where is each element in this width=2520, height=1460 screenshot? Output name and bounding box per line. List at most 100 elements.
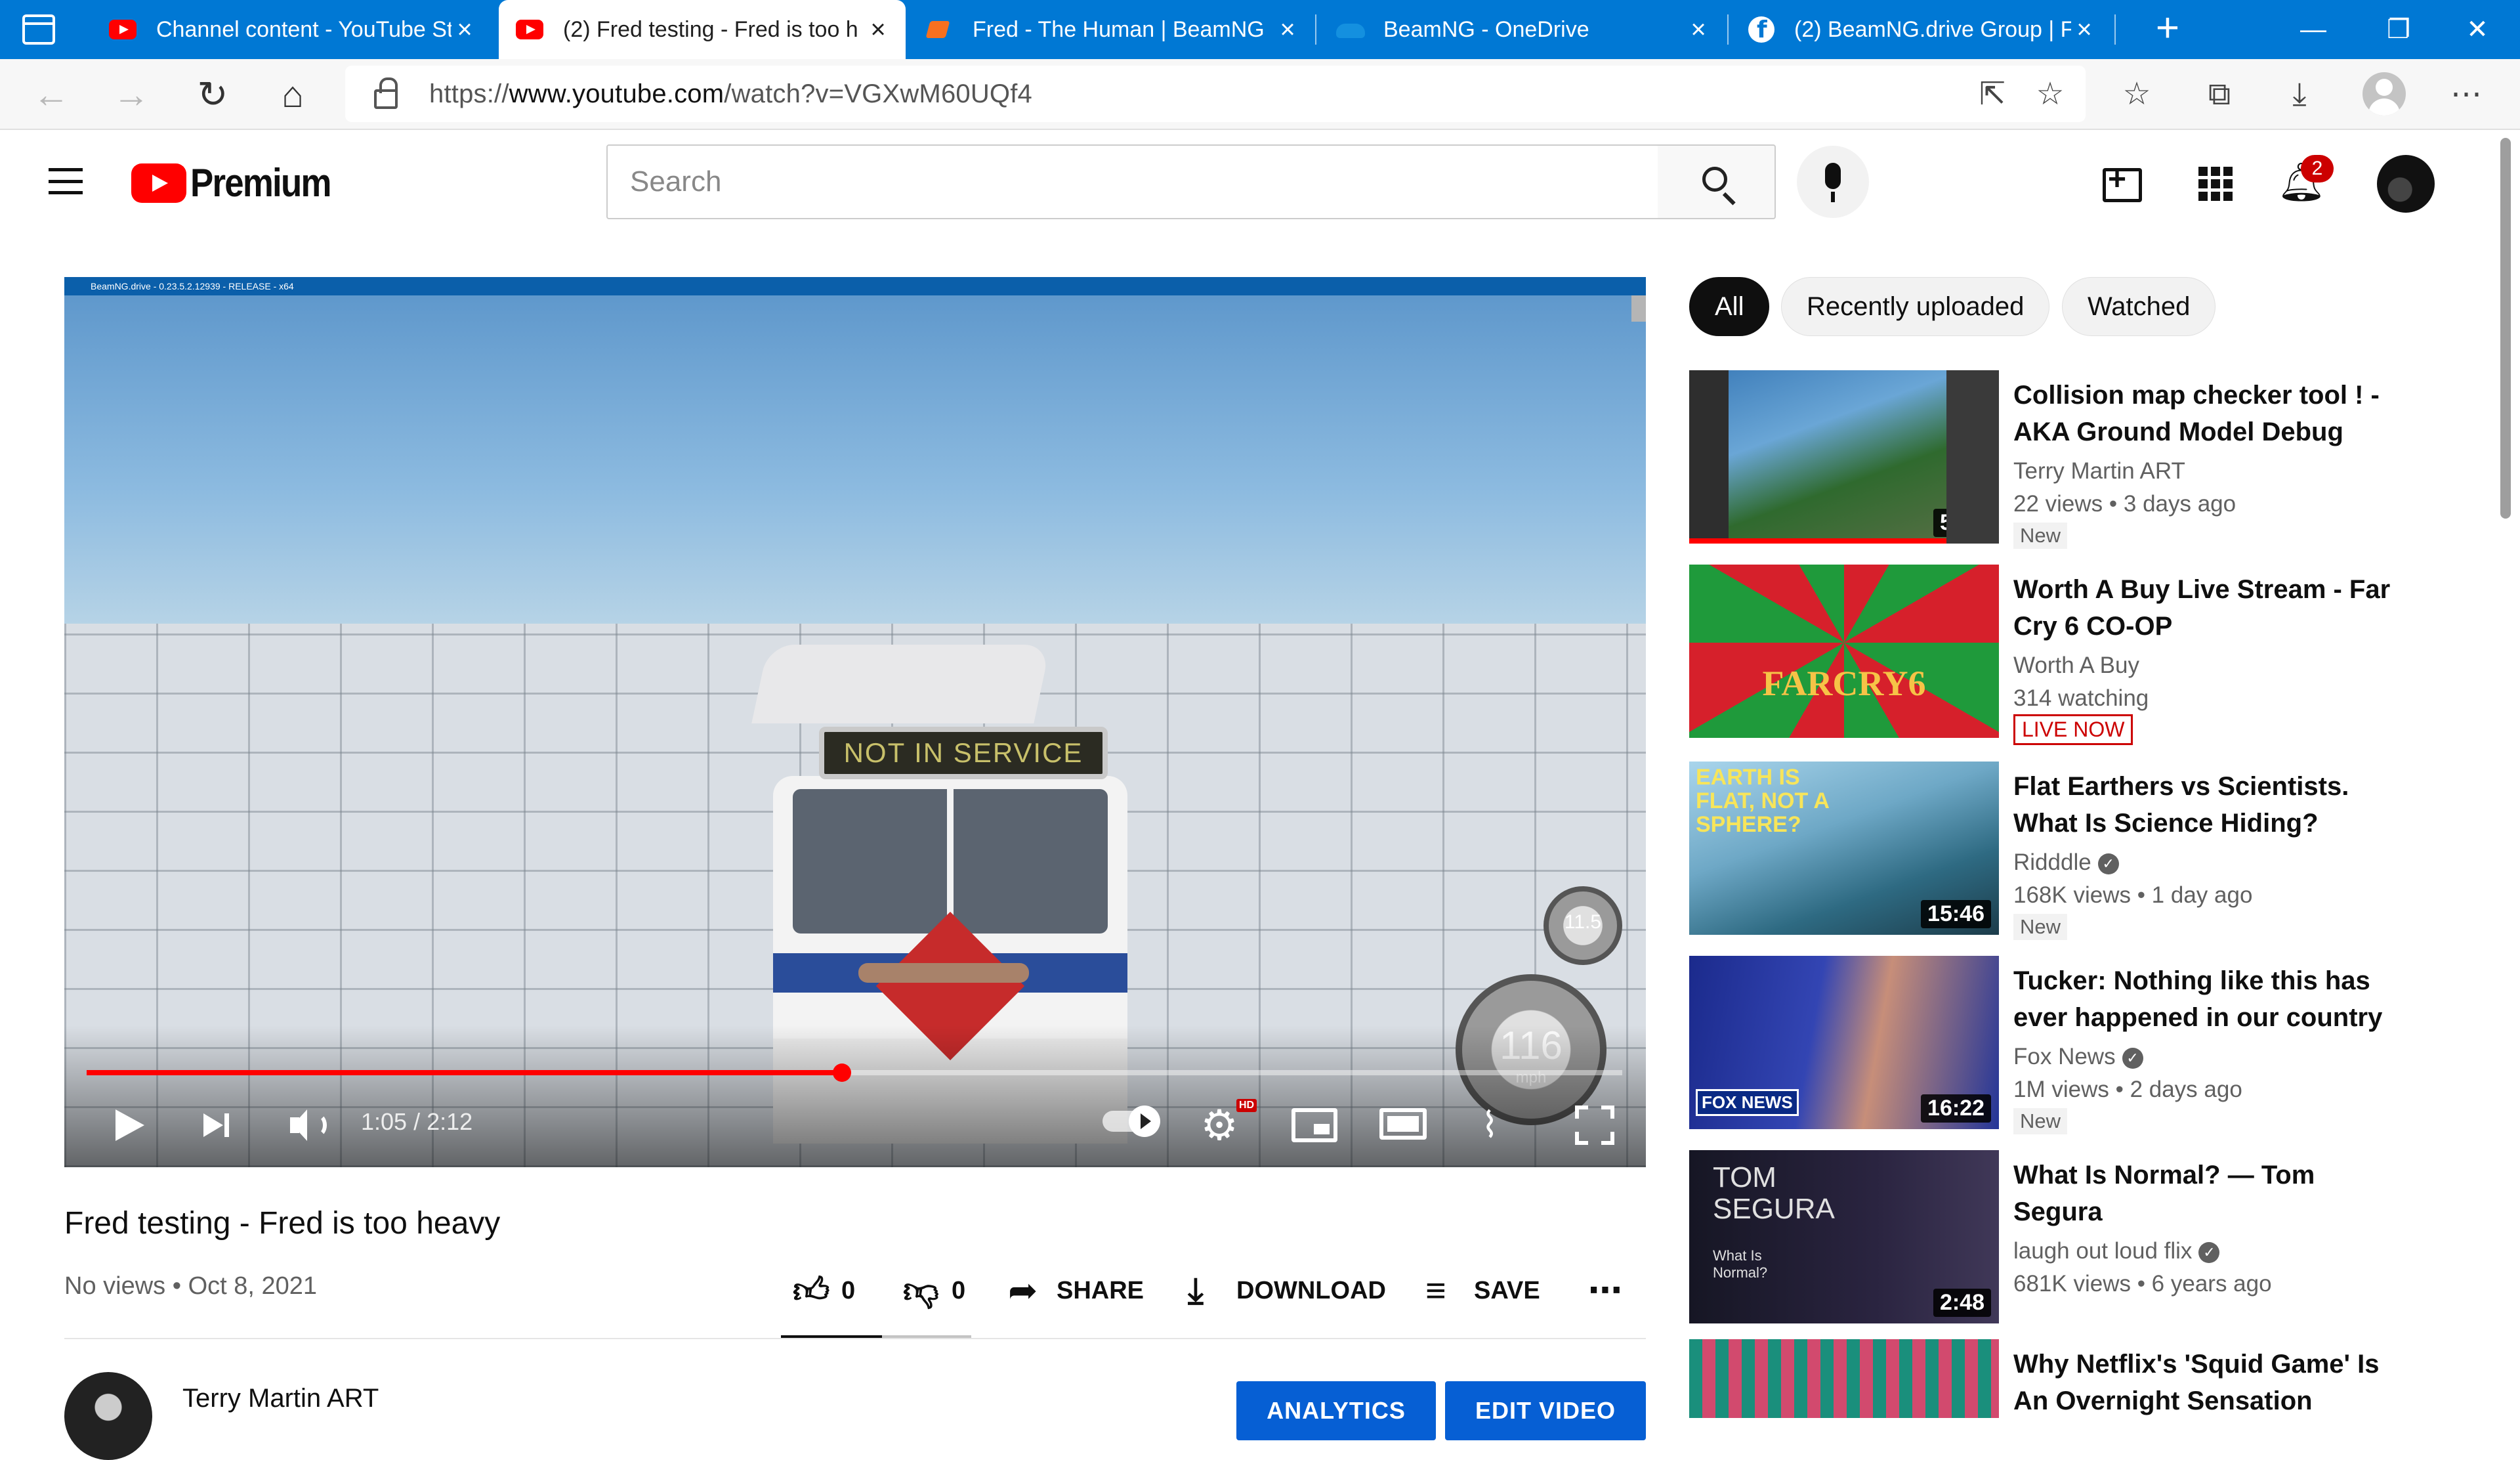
channel-avatar[interactable] [64, 1372, 152, 1460]
video-sky [64, 295, 1646, 624]
rec-channel[interactable]: Ridddle ✓ [2013, 849, 2119, 876]
chip-all[interactable]: All [1689, 277, 1770, 336]
downloads-icon[interactable]: ⤓ [2276, 71, 2323, 118]
favorites-icon[interactable]: ☆ [2113, 71, 2160, 118]
rec-title[interactable]: Flat Earthers vs Scientists. What Is Sci… [2013, 768, 2407, 842]
next-button[interactable] [189, 1099, 242, 1151]
save-button[interactable]: ≡ SAVE [1425, 1263, 1540, 1318]
browser-tab-channel-content[interactable]: Channel content - YouTube St × [92, 0, 492, 59]
rec-channel[interactable]: Worth A Buy [2013, 653, 2139, 679]
close-icon[interactable]: × [1274, 15, 1301, 45]
rec-views: 168K views • 1 day ago [2013, 882, 2253, 908]
page-scrollbar[interactable] [2500, 138, 2511, 519]
close-icon[interactable]: × [1685, 15, 1712, 45]
chip-watched[interactable]: Watched [2062, 277, 2216, 336]
edit-video-button[interactable]: EDIT VIDEO [1445, 1381, 1646, 1440]
url-scheme: https:// [429, 79, 509, 108]
share-icon: ➦ [1008, 1271, 1038, 1310]
verified-check-icon: ✓ [2198, 1241, 2220, 1263]
video-title: Fred testing - Fred is too heavy [64, 1206, 501, 1241]
recommendation-item[interactable]: FOX NEWS 16:22 Tucker: Nothing like this… [1689, 956, 2477, 1134]
restore-button[interactable]: ❐ [2356, 0, 2441, 59]
apps-grid-icon[interactable] [2191, 159, 2238, 206]
rec-title[interactable]: Tucker: Nothing like this has ever happe… [2013, 962, 2407, 1036]
menu-icon[interactable] [49, 168, 83, 194]
thumb-text: EARTH IS FLAT, NOT A SPHERE? [1696, 765, 1829, 837]
recommendation-item[interactable]: Why Netflix's 'Squid Game' Is An Overnig… [1689, 1339, 2477, 1418]
youtube-icon [516, 20, 543, 39]
more-options-icon[interactable]: ⋯ [2443, 71, 2490, 118]
video-thumbnail[interactable]: EARTH IS FLAT, NOT A SPHERE? 15:46 [1689, 762, 1999, 935]
microphone-icon[interactable] [1797, 146, 1869, 218]
browser-tab-fred-testing[interactable]: (2) Fred testing - Fred is too h × [499, 0, 906, 59]
close-icon[interactable]: × [2071, 15, 2097, 45]
video-thumbnail[interactable] [1689, 1339, 1999, 1418]
rec-views: 22 views • 3 days ago [2013, 491, 2236, 517]
tab-title: Channel content - YouTube St [156, 16, 452, 42]
new-tab-button[interactable]: + [2146, 7, 2189, 50]
progress-bar[interactable] [87, 1063, 1622, 1082]
browser-tab-beamng-fred[interactable]: Fred - The Human | BeamNG × [908, 0, 1315, 59]
tab-actions-icon[interactable] [22, 14, 55, 45]
add-favorite-icon[interactable]: ☆ [2026, 71, 2074, 118]
rec-channel[interactable]: Terry Martin ART [2013, 458, 2185, 484]
back-arrow-icon[interactable]: ← [28, 71, 75, 118]
browser-tab-facebook[interactable]: (2) BeamNG.drive Group | Fac × [1731, 0, 2112, 59]
create-video-icon[interactable] [2100, 159, 2147, 206]
account-avatar[interactable] [2377, 155, 2435, 213]
video-thumbnail[interactable]: 5:48 [1689, 370, 1999, 544]
play-button[interactable] [101, 1099, 154, 1151]
rec-title[interactable]: Why Netflix's 'Squid Game' Is An Overnig… [2013, 1346, 2407, 1418]
channel-name[interactable]: Terry Martin ART [182, 1384, 379, 1413]
autoplay-toggle[interactable] [1102, 1106, 1160, 1137]
chip-recently-uploaded[interactable]: Recently uploaded [1781, 277, 2050, 336]
volume-button[interactable] [278, 1099, 331, 1151]
video-player[interactable]: BeamNG.drive - 0.23.5.2.12939 - RELEASE … [64, 277, 1646, 1167]
close-icon[interactable]: × [452, 15, 478, 45]
rec-channel[interactable]: Fox News ✓ [2013, 1044, 2143, 1070]
collections-icon[interactable]: ⧉ [2196, 71, 2243, 118]
lock-icon[interactable] [374, 77, 398, 109]
miniplayer-icon[interactable] [1292, 1108, 1337, 1142]
refresh-icon[interactable]: ↻ [189, 71, 236, 118]
search-button[interactable] [1658, 144, 1776, 219]
rec-title[interactable]: Worth A Buy Live Stream - Far Cry 6 CO-O… [2013, 571, 2407, 645]
minimize-button[interactable]: — [2271, 0, 2356, 59]
progress-played [87, 1070, 843, 1075]
fullscreen-icon[interactable] [1575, 1106, 1614, 1145]
thumbs-down-icon: 👎︎ [903, 1271, 939, 1310]
video-thumbnail[interactable]: FARCRY6 [1689, 565, 1999, 738]
game-window-title: BeamNG.drive - 0.23.5.2.12939 - RELEASE … [64, 277, 1646, 295]
rec-channel[interactable]: laugh out loud flix ✓ [2013, 1238, 2220, 1264]
rec-title[interactable]: What Is Normal? — Tom Segura [2013, 1157, 2407, 1230]
browser-tab-onedrive[interactable]: BeamNG - OneDrive × [1319, 0, 1726, 59]
recommendation-item[interactable]: EARTH IS FLAT, NOT A SPHERE? 15:46 Flat … [1689, 762, 2477, 940]
more-actions-icon[interactable]: ⋯ [1588, 1263, 1622, 1318]
cast-icon[interactable]: ⌇ [1463, 1099, 1516, 1151]
like-button[interactable]: 👍︎ 0 [793, 1263, 855, 1318]
home-icon[interactable]: ⌂ [269, 71, 316, 118]
search-icon [1702, 167, 1727, 192]
theater-mode-icon[interactable] [1379, 1108, 1427, 1140]
forward-arrow-icon[interactable]: → [108, 71, 155, 118]
recommendation-item[interactable]: TOM SEGURA What Is Normal? 2:48 What Is … [1689, 1150, 2477, 1327]
live-now-badge: LIVE NOW [2013, 714, 2133, 745]
video-thumbnail[interactable]: FOX NEWS 16:22 [1689, 956, 1999, 1129]
recommendation-item[interactable]: 5:48 Collision map checker tool ! - AKA … [1689, 370, 2477, 549]
analytics-button[interactable]: ANALYTICS [1236, 1381, 1436, 1440]
video-thumbnail[interactable]: TOM SEGURA What Is Normal? 2:48 [1689, 1150, 1999, 1323]
hd-badge: HD [1236, 1099, 1257, 1112]
dislike-button[interactable]: 👎︎ 0 [903, 1263, 965, 1318]
download-button[interactable]: ⤓ DOWNLOAD [1188, 1263, 1386, 1318]
close-icon[interactable]: × [865, 15, 891, 45]
profile-avatar[interactable] [2362, 72, 2406, 116]
youtube-logo[interactable]: Premium [131, 160, 350, 205]
close-window-button[interactable]: ✕ [2435, 0, 2520, 59]
recommendation-item[interactable]: FARCRY6 Worth A Buy Live Stream - Far Cr… [1689, 565, 2477, 745]
fox-news-logo: FOX NEWS [1696, 1089, 1799, 1116]
share-button[interactable]: ➦ SHARE [1008, 1263, 1144, 1318]
rec-title[interactable]: Collision map checker tool ! - AKA Groun… [2013, 377, 2407, 450]
search-input[interactable]: Search [606, 144, 1659, 219]
url-field[interactable]: https://www.youtube.com/watch?v=VGXwM60U… [345, 66, 2086, 122]
open-in-app-icon[interactable]: ⇱ [1969, 71, 2016, 118]
